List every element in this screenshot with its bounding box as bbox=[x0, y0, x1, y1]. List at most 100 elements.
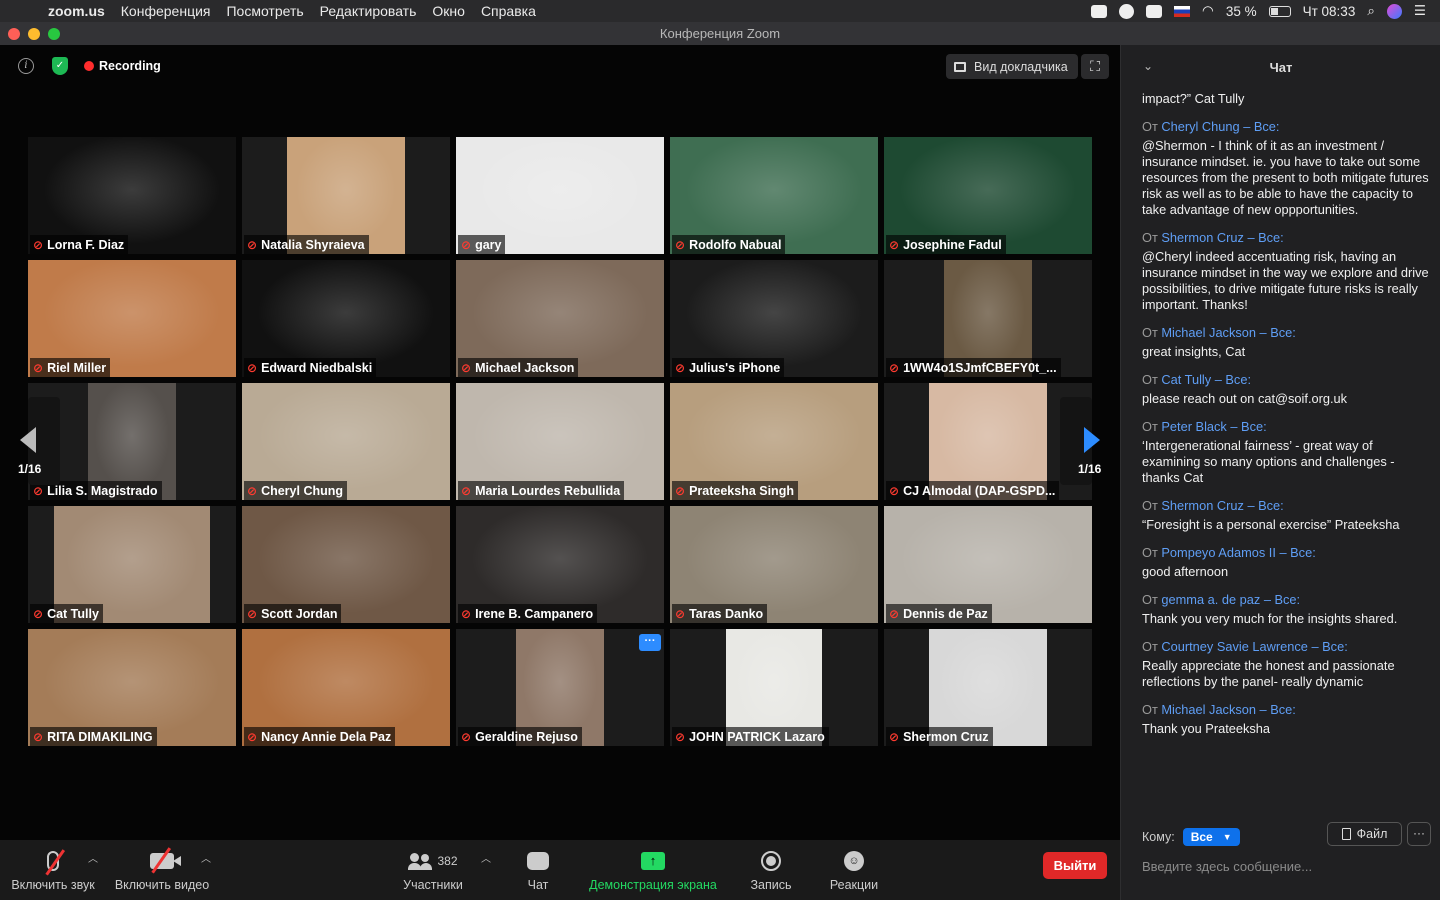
control-center-icon[interactable]: ☰ bbox=[1414, 3, 1426, 19]
unmute-button[interactable]: Включить звук bbox=[10, 840, 96, 900]
participant-name-label: ⊘ Shermon Cruz bbox=[886, 727, 993, 746]
participant-name-label: ⊘ Riel Miller bbox=[30, 358, 111, 377]
participant-tile[interactable]: ⊘ Michael Jackson bbox=[456, 260, 664, 377]
chat-title: Чат bbox=[1269, 60, 1293, 75]
telegram-icon[interactable] bbox=[1119, 3, 1135, 19]
spotlight-search-icon[interactable]: ⌕ bbox=[1367, 3, 1375, 19]
sender-name: gemma a. de paz – Все: bbox=[1161, 592, 1301, 607]
participant-tile[interactable]: ⊘ Geraldine Rejuso ··· bbox=[456, 629, 664, 746]
chat-message-sender[interactable]: От Michael Jackson – Все: bbox=[1142, 702, 1432, 718]
participant-tile[interactable]: ⊘ JOHN PATRICK Lazaro bbox=[670, 629, 878, 746]
record-button[interactable]: Запись bbox=[744, 840, 798, 900]
participant-name-label: ⊘ Lorna F. Diaz bbox=[30, 235, 129, 254]
leave-meeting-button[interactable]: Выйти bbox=[1043, 852, 1107, 879]
chat-message-text: Really appreciate the honest and passion… bbox=[1142, 658, 1395, 689]
participant-tile[interactable]: ⊘ 1WW4o1SJmfCBEFY0t_... bbox=[884, 260, 1092, 377]
participants-options-chevron-icon[interactable]: ︿ bbox=[481, 850, 491, 865]
muted-mic-icon: ⊘ bbox=[247, 360, 258, 375]
video-options-chevron-icon[interactable]: ︿ bbox=[201, 850, 211, 865]
participants-button[interactable]: 382 Участники bbox=[400, 840, 466, 900]
participant-tile[interactable]: ⊘ Prateeksha Singh bbox=[670, 383, 878, 500]
chat-message-sender[interactable]: От Courtney Savie Lawrence – Все: bbox=[1142, 639, 1432, 655]
muted-mic-icon: ⊘ bbox=[889, 606, 900, 621]
reactions-smiley-icon: ☺ bbox=[844, 851, 864, 871]
reactions-button[interactable]: ☺ Реакции bbox=[826, 840, 882, 900]
participant-tile[interactable]: ⊘ Taras Danko bbox=[670, 506, 878, 623]
participant-tile[interactable]: ⊘ Riel Miller bbox=[28, 260, 236, 377]
zoom-status-icon[interactable] bbox=[1091, 4, 1108, 18]
participant-tile[interactable]: ⊘ Cheryl Chung bbox=[242, 383, 450, 500]
dropdown-caret-icon: ▼ bbox=[1222, 832, 1232, 842]
chat-message-text: please reach out on cat@soif.org.uk bbox=[1142, 391, 1348, 406]
chat-message-sender[interactable]: От Pompeyo Adamos II – Все: bbox=[1142, 545, 1432, 561]
menu-edit[interactable]: Редактировать bbox=[312, 3, 425, 19]
arrow-right-icon[interactable] bbox=[1084, 427, 1100, 453]
menu-app[interactable]: zoom.us bbox=[40, 3, 113, 19]
chat-message-sender[interactable]: От Michael Jackson – Все: bbox=[1142, 325, 1432, 341]
participant-tile[interactable]: ⊘ Natalia Shyraieva bbox=[242, 137, 450, 254]
sender-prefix: От bbox=[1142, 639, 1158, 654]
participant-name: Maria Lourdes Rebullida bbox=[475, 483, 621, 498]
clock[interactable]: Чт 08:33 bbox=[1303, 4, 1356, 19]
participant-tile[interactable]: ⊘ Dennis de Paz bbox=[884, 506, 1092, 623]
chat-button[interactable]: Чат bbox=[516, 840, 560, 900]
participant-tile[interactable]: ⊘ Irene B. Campanero bbox=[456, 506, 664, 623]
encryption-shield-icon[interactable]: ✓ bbox=[52, 57, 68, 75]
sender-name: Michael Jackson – Все: bbox=[1161, 325, 1296, 340]
chat-more-options-icon[interactable]: ··· bbox=[1407, 822, 1431, 846]
send-file-button[interactable]: Файл bbox=[1327, 822, 1402, 846]
participant-name: Edward Niedbalski bbox=[261, 360, 373, 375]
fullscreen-icon[interactable]: ⛶ bbox=[1081, 54, 1109, 79]
menu-help[interactable]: Справка bbox=[473, 3, 544, 19]
muted-mic-icon: ⊘ bbox=[461, 483, 472, 498]
chat-messages[interactable]: impact?” Cat Tully От Cheryl Chung – Все… bbox=[1142, 91, 1432, 811]
participant-tile[interactable]: ⊘ Nancy Annie Dela Paz bbox=[242, 629, 450, 746]
microphone-muted-icon bbox=[45, 849, 65, 876]
speaker-view-button[interactable]: Вид докладчика bbox=[946, 54, 1078, 79]
chat-message-sender[interactable]: От gemma a. de paz – Все: bbox=[1142, 592, 1432, 608]
participant-name-label: ⊘ Rodolfo Nabual bbox=[672, 235, 786, 254]
battery-icon[interactable] bbox=[1268, 5, 1291, 17]
participant-tile[interactable]: ⊘ RITA DIMAKILING bbox=[28, 629, 236, 746]
docker-icon[interactable] bbox=[1146, 4, 1163, 18]
chat-message-sender[interactable]: От Shermon Cruz – Все: bbox=[1142, 230, 1432, 246]
arrow-left-icon[interactable] bbox=[20, 427, 36, 453]
participant-name: Dennis de Paz bbox=[903, 606, 988, 621]
recipient-select[interactable]: Все ▼ bbox=[1182, 828, 1240, 846]
participant-name: Taras Danko bbox=[689, 606, 764, 621]
participant-tile[interactable]: ⊘ gary bbox=[456, 137, 664, 254]
menu-conference[interactable]: Конференция bbox=[113, 3, 219, 19]
menu-view[interactable]: Посмотреть bbox=[218, 3, 311, 19]
participant-name: gary bbox=[475, 237, 502, 252]
chat-message-text: Thank you Prateeksha bbox=[1142, 721, 1271, 736]
recording-indicator[interactable]: Recording bbox=[80, 55, 169, 77]
participant-tile[interactable]: ⊘ Edward Niedbalski bbox=[242, 260, 450, 377]
participant-tile[interactable]: ⊘ Rodolfo Nabual bbox=[670, 137, 878, 254]
input-language-flag-icon[interactable] bbox=[1174, 5, 1191, 17]
participant-tile[interactable]: ⊘ Maria Lourdes Rebullida bbox=[456, 383, 664, 500]
chat-message-sender[interactable]: От Shermon Cruz – Все: bbox=[1142, 498, 1432, 514]
participant-tile[interactable]: ⊘ Scott Jordan bbox=[242, 506, 450, 623]
wifi-icon[interactable]: ◠ bbox=[1202, 3, 1214, 19]
muted-mic-icon: ⊘ bbox=[33, 360, 44, 375]
siri-icon[interactable] bbox=[1386, 3, 1402, 19]
start-video-button[interactable]: Включить видео bbox=[114, 840, 210, 900]
participant-tile[interactable]: ⊘ Shermon Cruz bbox=[884, 629, 1092, 746]
chat-message-sender[interactable]: От Cat Tully – Все: bbox=[1142, 372, 1432, 388]
chat-message-input[interactable] bbox=[1142, 856, 1432, 876]
meeting-info-icon[interactable]: i bbox=[18, 58, 34, 74]
participant-tile[interactable]: ⊘ Lorna F. Diaz bbox=[28, 137, 236, 254]
muted-mic-icon: ⊘ bbox=[889, 360, 900, 375]
chat-message-sender[interactable]: От Peter Black – Все: bbox=[1142, 419, 1432, 435]
participant-tile[interactable]: ⊘ Julius's iPhone bbox=[670, 260, 878, 377]
chat-message-sender[interactable]: От Cheryl Chung – Все: bbox=[1142, 119, 1432, 135]
share-screen-button[interactable]: ↑ Демонстрация экрана bbox=[586, 840, 720, 900]
participant-tile[interactable]: ⊘ Josephine Fadul bbox=[884, 137, 1092, 254]
participant-name: Michael Jackson bbox=[475, 360, 575, 375]
sender-name: Cheryl Chung – Все: bbox=[1161, 119, 1280, 134]
participant-tile[interactable]: ⊘ Cat Tully bbox=[28, 506, 236, 623]
menu-window[interactable]: Окно bbox=[424, 3, 473, 19]
tile-more-options-icon[interactable]: ··· bbox=[639, 634, 661, 651]
chat-message: От Pompeyo Adamos II – Все: good afternoo… bbox=[1142, 545, 1432, 580]
audio-options-chevron-icon[interactable]: ︿ bbox=[88, 850, 98, 865]
